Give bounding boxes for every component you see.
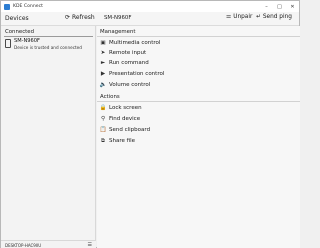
refresh-icon: ⟳ [65, 14, 71, 21]
smartphone-icon [5, 39, 11, 48]
host-name: DESKTOP-HAC9IIU [5, 242, 42, 248]
refresh-button[interactable]: ⟳ Refresh [65, 14, 95, 21]
actions-heading: Actions [100, 94, 120, 100]
remote-input-label: Remote input [109, 50, 147, 56]
devices-label: Devices [5, 15, 29, 22]
device-list-item[interactable]: SM-N960F Device is trusted and connected [4, 38, 93, 53]
devices-sidebar: Connected SM-N960F Device is trusted and… [1, 26, 96, 248]
volume-control-item[interactable]: 🔈 Volume control [99, 80, 295, 90]
send-clipboard-label: Send clipboard [109, 127, 151, 133]
run-command-label: Run command [109, 60, 149, 66]
volume-control-label: Volume control [109, 82, 151, 88]
lock-icon: 🔒 [99, 105, 107, 111]
find-device-label: Find device [109, 116, 141, 122]
send-ping-button[interactable]: ↵ Send ping [256, 14, 292, 20]
share-file-label: Share file [109, 138, 135, 144]
maximize-button[interactable]: □ [273, 1, 286, 12]
share-file-item[interactable]: ⧉ Share file [99, 136, 295, 146]
window-controls: – □ ✕ [260, 1, 299, 12]
refresh-label: Refresh [72, 14, 95, 21]
device-name: SM-N960F [14, 38, 40, 44]
unpair-label: Unpair [233, 14, 253, 20]
close-button[interactable]: ✕ [286, 1, 299, 12]
actions-divider [97, 101, 300, 102]
minimize-button[interactable]: – [260, 1, 273, 12]
unpair-button[interactable]: ⚌ Unpair [226, 14, 252, 20]
terminal-icon: ► [100, 60, 106, 66]
run-command-item[interactable]: ► Run command [99, 58, 295, 68]
send-ping-icon: ↵ [256, 14, 261, 20]
send-ping-label: Send ping [262, 14, 292, 20]
toolbar: Devices ⟳ Refresh SM-N960F ⚌ Unpair ↵ Se… [1, 12, 299, 26]
pointer-icon: ▶ [100, 71, 106, 77]
window-title: KDE Connect [13, 4, 43, 9]
management-divider [97, 36, 300, 37]
multimedia-control-item[interactable]: ▣ Multimedia control [99, 38, 295, 48]
unpair-icon: ⚌ [226, 14, 232, 20]
management-heading: Management [100, 29, 136, 35]
multimedia-icon: ▣ [100, 40, 106, 46]
presentation-control-item[interactable]: ▶ Presentation control [99, 69, 295, 79]
sidebar-footer: DESKTOP-HAC9IIU ☰ [1, 240, 96, 248]
presentation-control-label: Presentation control [109, 71, 165, 77]
lock-screen-item[interactable]: 🔒 Lock screen [99, 103, 295, 113]
kde-connect-app-icon [4, 3, 10, 10]
search-icon: ⚲ [100, 116, 106, 122]
cursor-icon: ➤ [100, 50, 106, 56]
lock-screen-label: Lock screen [109, 105, 142, 111]
device-panel: Management ▣ Multimedia control ➤ Remote… [97, 26, 300, 248]
current-device-title: SM-N960F [104, 15, 132, 22]
section-divider [4, 36, 93, 37]
share-icon: ⧉ [101, 137, 105, 144]
send-clipboard-item[interactable]: 📋 Send clipboard [99, 125, 295, 135]
remote-input-item[interactable]: ➤ Remote input [99, 48, 295, 58]
connected-section-label: Connected [5, 29, 35, 35]
title-bar: KDE Connect – □ ✕ [1, 1, 299, 12]
kde-connect-window: KDE Connect – □ ✕ Devices ⟳ Refresh SM-N… [0, 0, 300, 248]
find-device-item[interactable]: ⚲ Find device [99, 114, 295, 124]
device-status: Device is trusted and connected [14, 45, 82, 50]
settings-icon[interactable]: ☰ [88, 242, 92, 248]
clipboard-icon: 📋 [99, 127, 107, 133]
multimedia-control-label: Multimedia control [109, 40, 161, 46]
speaker-icon: 🔈 [99, 82, 107, 88]
